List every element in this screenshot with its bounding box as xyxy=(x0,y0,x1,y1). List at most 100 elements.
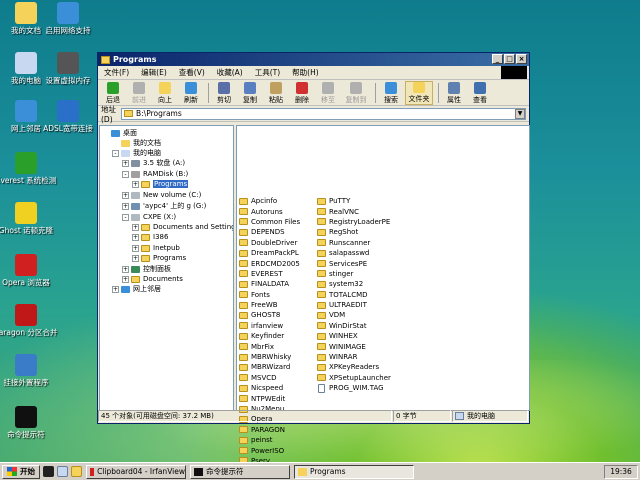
file-item[interactable]: FreeWB xyxy=(239,300,300,310)
file-item[interactable]: TOTALCMD xyxy=(317,290,391,300)
file-item[interactable]: MBRWizard xyxy=(239,362,300,372)
file-item[interactable]: Nicspeed xyxy=(239,383,300,393)
delete-button[interactable]: 删除 xyxy=(290,81,314,105)
expand-icon[interactable]: + xyxy=(122,159,129,167)
file-item[interactable]: RealVNC xyxy=(317,206,391,216)
expand-icon[interactable]: + xyxy=(122,191,129,199)
desktop-icon-adsl-globe[interactable]: ADSL宽带连接 xyxy=(36,100,100,133)
taskbar-button[interactable]: Clipboard04 - IrfanView xyxy=(86,464,186,479)
tree-node[interactable]: + 控制面板 xyxy=(122,264,171,274)
close-button[interactable]: × xyxy=(516,54,527,64)
desktop-icon-command-prompt[interactable]: 命令提示符 xyxy=(0,406,58,439)
file-item[interactable]: GHOST8 xyxy=(239,310,300,320)
views-button[interactable]: 查看 xyxy=(468,81,492,105)
taskbar-button[interactable]: 命令提示符 xyxy=(190,464,290,479)
file-item[interactable]: MbrFix xyxy=(239,341,300,351)
properties-button[interactable]: 属性 xyxy=(442,81,466,105)
quicklaunch-computer-icon[interactable] xyxy=(57,466,68,477)
start-button[interactable]: 开始 xyxy=(2,464,40,479)
file-item[interactable]: Runscanner xyxy=(317,238,391,248)
cut-button[interactable]: 剪切 xyxy=(212,81,236,105)
explorer-window[interactable]: Programs _ □ × 文件(F) 编辑(E) 查看(V) 收藏(A) 工… xyxy=(97,52,530,465)
expand-icon[interactable]: + xyxy=(122,275,129,283)
copy-to-button[interactable]: 复制到 xyxy=(342,81,370,105)
desktop-icon-everest-info[interactable]: Everest 系统检测 xyxy=(0,152,58,185)
file-item[interactable]: peinst xyxy=(239,435,300,445)
folders-button[interactable]: 文件夹 xyxy=(405,80,433,105)
chevron-down-icon[interactable]: ▼ xyxy=(515,108,525,119)
file-item[interactable]: Fonts xyxy=(239,290,300,300)
file-item[interactable]: stinger xyxy=(317,269,391,279)
desktop-icon-paragon[interactable]: Paragon 分区合并 xyxy=(0,304,58,337)
file-item[interactable]: Keyfinder xyxy=(239,331,300,341)
tree-node[interactable]: - CXPE (X:) xyxy=(122,212,176,222)
maximize-button[interactable]: □ xyxy=(504,54,515,64)
back-arrow-button[interactable]: 后退 xyxy=(101,81,125,105)
file-item[interactable]: irfanview xyxy=(239,321,300,331)
collapse-icon[interactable]: - xyxy=(112,149,119,157)
tree-node[interactable]: - RAMDisk (B:) xyxy=(122,169,188,179)
tree-node[interactable]: + Documents xyxy=(122,274,183,284)
file-item[interactable]: NTPWEdit xyxy=(239,393,300,403)
file-item[interactable]: XPKeyReaders xyxy=(317,362,391,372)
file-item[interactable]: PROG_WIM.TAG xyxy=(317,383,391,393)
minimize-button[interactable]: _ xyxy=(492,54,503,64)
address-input[interactable]: B:\Programs ▼ xyxy=(121,107,526,120)
collapse-icon[interactable]: - xyxy=(122,213,129,221)
expand-icon[interactable]: + xyxy=(112,285,119,293)
file-item[interactable]: PARAGON xyxy=(239,425,300,435)
taskbar-button[interactable]: Programs xyxy=(294,464,414,479)
tree-node[interactable]: + Documents and Settings xyxy=(132,222,233,232)
file-item[interactable]: XPSetupLauncher xyxy=(317,373,391,383)
collapse-icon[interactable]: - xyxy=(122,170,129,178)
tree-node[interactable]: + Inetpub xyxy=(132,243,180,253)
menu-tools[interactable]: 工具(T) xyxy=(249,67,286,78)
forward-arrow-button[interactable]: 前进 xyxy=(127,81,151,105)
menu-file[interactable]: 文件(F) xyxy=(98,67,135,78)
tree-node[interactable]: + I386 xyxy=(132,232,168,242)
move-to-button[interactable]: 移至 xyxy=(316,81,340,105)
file-item[interactable]: PuTTY xyxy=(317,196,391,206)
tree-node[interactable]: 我的文档 xyxy=(112,138,161,148)
window-titlebar[interactable]: Programs _ □ × xyxy=(98,53,529,66)
tree-node[interactable]: + Programs xyxy=(132,179,189,189)
file-item[interactable]: Common Files xyxy=(239,217,300,227)
desktop-icon-memory-chip[interactable]: 设置虚拟内存 xyxy=(36,52,100,85)
desktop-icon-mount-programs[interactable]: 挂接外置程序 xyxy=(0,354,58,387)
file-item[interactable]: ULTRAEDIT xyxy=(317,300,391,310)
expand-icon[interactable]: + xyxy=(122,265,129,273)
file-item[interactable]: VDM xyxy=(317,310,391,320)
file-item[interactable]: salapasswd xyxy=(317,248,391,258)
file-item[interactable]: WINHEX xyxy=(317,331,391,341)
tree-node[interactable]: + 网上邻居 xyxy=(112,284,161,294)
file-item[interactable]: DoubleDriver xyxy=(239,238,300,248)
tree-node[interactable]: +3.5 软盘 (A:) xyxy=(122,158,185,168)
quicklaunch-folder-icon[interactable] xyxy=(71,466,82,477)
file-item[interactable]: MBRWhisky xyxy=(239,352,300,362)
folder-tree[interactable]: 桌面 我的文档 - 我的电脑 +3.5 软盘 (A:) - RAMDisk (B:) + Pro… xyxy=(99,125,234,411)
tree-node[interactable]: + New volume (C:) xyxy=(122,190,201,200)
file-item[interactable]: RegShot xyxy=(317,227,391,237)
expand-icon[interactable]: + xyxy=(122,202,129,210)
file-item[interactable]: FINALDATA xyxy=(239,279,300,289)
file-item[interactable]: EVEREST xyxy=(239,269,300,279)
up-folder-button[interactable]: 向上 xyxy=(153,81,177,105)
expand-icon[interactable]: + xyxy=(132,180,139,188)
tree-node[interactable]: + 'aypc4' 上的 g (G:) xyxy=(122,201,206,211)
file-item[interactable]: ERDCMD2005 xyxy=(239,258,300,268)
quicklaunch-cmd-icon[interactable] xyxy=(43,466,54,477)
desktop-icon-opera[interactable]: Opera 浏览器 xyxy=(0,254,58,287)
file-item[interactable]: WINRAR xyxy=(317,352,391,362)
menu-edit[interactable]: 编辑(E) xyxy=(135,67,173,78)
file-item[interactable]: Apcinfo xyxy=(239,196,300,206)
menu-help[interactable]: 帮助(H) xyxy=(286,67,325,78)
menu-favorites[interactable]: 收藏(A) xyxy=(211,67,249,78)
file-item[interactable]: DEPENDS xyxy=(239,227,300,237)
expand-icon[interactable]: + xyxy=(132,233,139,241)
search-button[interactable]: 搜索 xyxy=(379,81,403,105)
file-item[interactable]: ServicesPE xyxy=(317,258,391,268)
expand-icon[interactable]: + xyxy=(132,223,139,231)
file-item[interactable]: system32 xyxy=(317,279,391,289)
copy-button[interactable]: 复制 xyxy=(238,81,262,105)
paste-button[interactable]: 粘贴 xyxy=(264,81,288,105)
